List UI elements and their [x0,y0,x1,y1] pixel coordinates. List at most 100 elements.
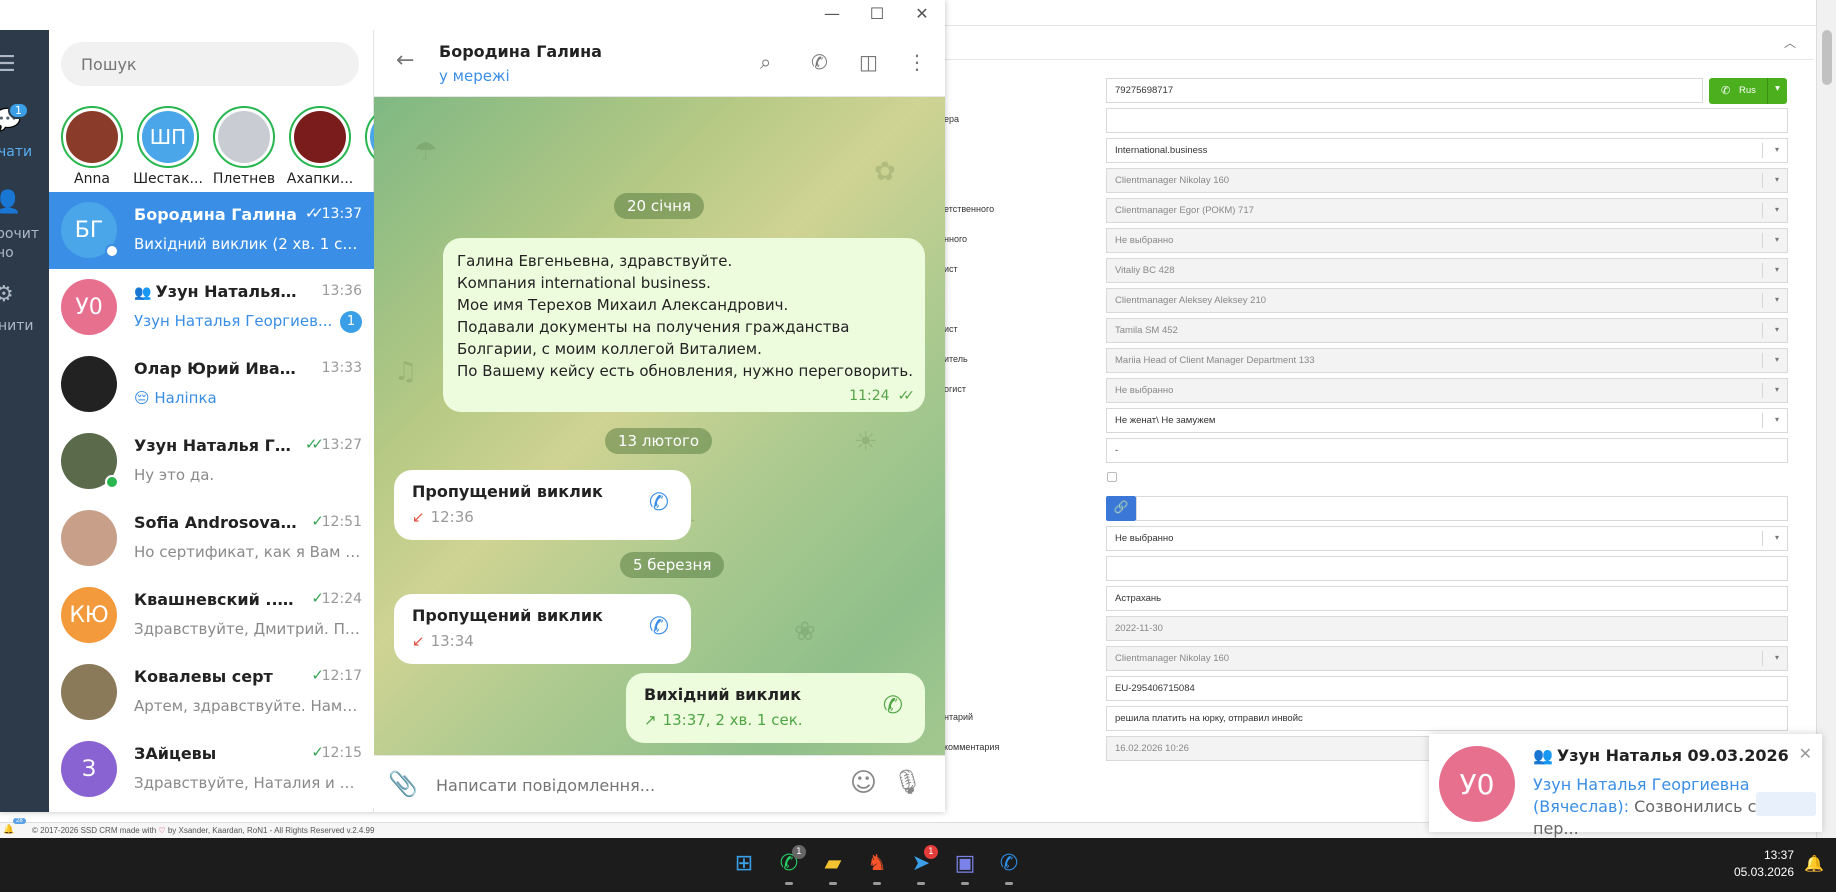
notification-toast[interactable]: У0 👥 Узун Наталья 09.03.2026 Узун Наталья… [1429,734,1822,838]
brave-browser-icon[interactable]: ♞ [862,849,892,885]
missed-arrow-icon: ↙ [412,508,425,526]
online-indicator [105,244,119,258]
chat-name: 👥Узун Наталья 09.0... [134,282,299,301]
avatar: У0 [1439,746,1515,822]
read-ticks-icon: ✓✓ [897,388,916,404]
window-titlebar[interactable]: — ☐ ✕ [0,0,945,30]
crm-checkbox[interactable] [1107,472,1117,482]
crm-select[interactable]: Clientmanager Nikolay 160 ▾ [1106,168,1788,193]
back-arrow-icon[interactable]: ← [396,48,414,73]
system-clock[interactable]: 13:37 05.03.2026 [1734,847,1794,881]
missed-call-message[interactable]: Пропущений виклик ↙ 13:34 ✆ [394,594,691,664]
crm-select[interactable]: Не выбранно ▾ [1106,378,1788,403]
avatar [61,510,117,566]
bell-icon[interactable]: 🔔 28 [3,818,26,835]
call-dropdown-toggle[interactable]: ▾ [1767,78,1787,104]
chat-list-item[interactable]: Ковалевы серт ✓ 12:17 Артем, здравствуйте. … [49,654,374,731]
phone-icon[interactable]: ✆ [883,691,903,719]
outgoing-call-message[interactable]: Вихідний виклик ↗ 13:37, 2 хв. 1 сек. ✆ [626,673,925,743]
chat-preview: 😔 Наліпка [134,389,217,407]
search-input[interactable] [61,42,359,86]
minimize-icon[interactable]: — [817,4,847,23]
chat-list-item[interactable]: Sofia Androsova 🌸 ✓ 12:51 Но сертификат, ка… [49,500,374,577]
crm-select[interactable]: Vitaliy BC 428 ▾ [1106,258,1788,283]
crm-select[interactable]: Не женат\ Не замужем ▾ [1106,408,1788,433]
chevron-up-icon[interactable]: ︿ [1784,34,1796,51]
chat-list-item[interactable]: У0 👥Узун Наталья 09.0... 13:36 Узун Наталья… [49,269,374,346]
missed-call-message[interactable]: Пропущений виклик ↙ 12:36 ✆ [394,470,691,540]
folder-all-chats-label: чати [0,144,33,160]
crm-select[interactable]: Не выбранно ▾ [1106,526,1788,551]
story-name: Anna [74,171,110,187]
chat-time: 13:37 [321,206,362,222]
user-icon: 👤 [0,190,22,215]
phone-icon[interactable]: ✆ [649,612,669,640]
emoji-icon[interactable]: ☺ [850,768,877,798]
folder-icon[interactable]: ▰ [818,849,848,885]
close-icon[interactable]: ✕ [907,4,937,23]
crm-select[interactable]: International.business ▾ [1106,138,1788,163]
outgoing-message[interactable]: Галина Евгеньевна, здравствуйте. Компани… [443,238,925,412]
phone-icon: ✆ [1721,85,1731,97]
message-area[interactable]: ☂ ✿ ♫ ☀ ✈ ☕ ❀ 20 січня Галина Евгеньевна… [374,97,945,755]
close-icon[interactable]: ✕ [1799,744,1812,763]
crm-section-header[interactable]: ︿ [944,26,1814,60]
peer-name[interactable]: Бородина Галина [439,42,602,61]
avatar [61,664,117,720]
message-input[interactable] [436,770,816,800]
chat-preview: Но сертификат, как я Вам г... [134,543,362,561]
chat-time: 12:17 [321,668,362,684]
chat-list-item[interactable]: Узун Наталья Гео... ✓✓ 13:27 Ну это да. [49,423,374,500]
crm-input[interactable]: EU-295406715084 [1106,676,1788,701]
crm-call-button[interactable]: ✆ Rus ▾ [1709,78,1787,104]
crm-input[interactable] [1106,108,1788,133]
chat-list-item[interactable]: Олар Юрий Иванович 13:33 😔 Наліпка [49,346,374,423]
more-vertical-icon[interactable]: ⋮ [907,50,927,74]
crm-input[interactable]: - [1106,438,1788,463]
teams-icon[interactable]: ▣ [950,849,980,885]
chat-name: ЗАйцевы [134,744,217,763]
crm-select[interactable]: Tamila SM 452 ▾ [1106,318,1788,343]
crm-select[interactable]: Не выбранно ▾ [1106,228,1788,253]
paperclip-icon[interactable]: 📎 [388,770,418,798]
windows-start-icon[interactable]: ⊞ [729,849,759,879]
crm-select[interactable]: Clientmanager Egor (РОКМ) 717 ▾ [1106,198,1788,223]
avatar: КЮ [61,587,117,643]
story-item[interactable]: Anna [57,106,127,187]
toast-action-button[interactable] [1756,792,1816,816]
microphone-icon[interactable]: 🎙 [893,768,923,796]
chat-preview: Здравствуйте, Наталия и Ю... [134,774,362,792]
crm-input[interactable]: 79275698717 [1106,78,1703,103]
crm-field-label: ист [944,324,958,334]
crm-select[interactable]: Clientmanager Aleksey Aleksey 210 ▾ [1106,288,1788,313]
phone-icon[interactable]: ✆ [649,488,669,516]
sidebar-toggle-icon[interactable]: ◫ [859,50,878,74]
story-item[interactable]: М [361,106,374,187]
crm-link-field[interactable] [1136,496,1788,521]
crm-input[interactable] [1106,556,1788,581]
link-icon[interactable]: 🔗 [1106,496,1136,521]
story-item[interactable]: ШП Шестак... [133,106,203,187]
chat-list-item[interactable]: КЮ Квашневский ... ★ ✓ 12:24 Здравствуйте, Д… [49,577,374,654]
crm-scrollbar[interactable] [1816,0,1836,838]
crm-select[interactable]: Clientmanager Nikolay 160 ▾ [1106,646,1788,671]
story-item[interactable]: Плетнев [209,106,279,187]
crm-input[interactable]: 2022-11-30 [1106,616,1788,641]
notifications-icon[interactable]: 🔔 [1804,854,1824,873]
whatsapp-icon[interactable]: ✆ 1 [774,845,806,885]
crm-input[interactable]: Астрахань [1106,586,1788,611]
crm-input[interactable]: решила платить на юрку, отправил инвойс [1106,706,1788,731]
search-icon[interactable]: ⌕ [760,50,771,74]
chat-list-item[interactable]: З ЗАйцевы ✓ 12:15 Здравствуйте, Наталия и Ю.… [49,731,374,808]
chat-preview: Ну это да. [134,466,215,484]
story-item[interactable]: Ахапки... [285,106,355,187]
telegram-icon[interactable]: ➤ 1 [906,845,938,885]
scrollbar-thumb[interactable] [1822,30,1832,85]
maximize-icon[interactable]: ☐ [862,4,892,23]
conversation-header[interactable]: ← Бородина Галина у мережі ⌕ ✆ ◫ ⋮ [374,30,945,97]
phone-app-icon[interactable]: ✆ [994,849,1024,885]
unread-badge: 1 [340,311,362,333]
crm-select[interactable]: Mariia Head of Client Manager Department… [1106,348,1788,373]
chat-list-item[interactable]: БГ Бородина Галина ✓✓ 13:37 Вихідний виклик … [49,192,374,269]
phone-icon[interactable]: ✆ [811,50,828,74]
